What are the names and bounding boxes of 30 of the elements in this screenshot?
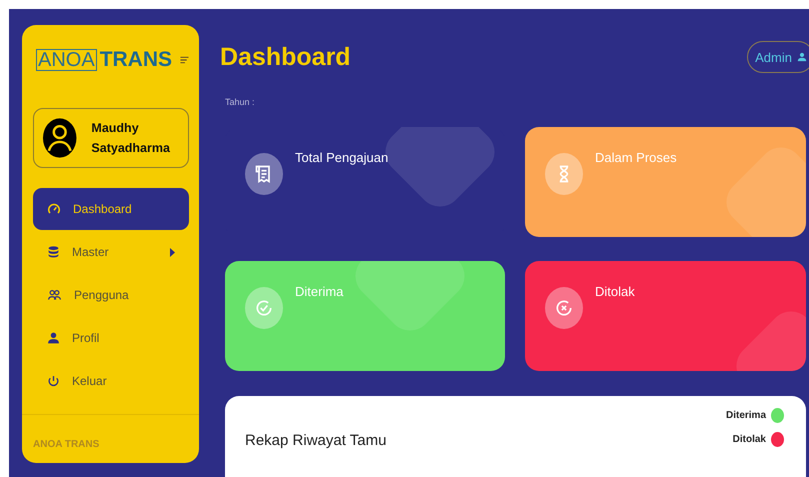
logo-text: TRANS (100, 50, 172, 70)
users-icon (47, 288, 62, 302)
legend-label: Diterima (726, 410, 766, 421)
user-name: Maudhy Satyadharma (91, 120, 171, 157)
menu-item[interactable]: Pengguna (33, 274, 189, 316)
receipt-icon (245, 153, 283, 195)
menu-item[interactable]: Dashboard (33, 188, 189, 230)
speedometer-icon (47, 202, 61, 216)
user-icon (47, 331, 60, 345)
logo-text: ANOA (36, 49, 97, 71)
power-icon (47, 374, 60, 388)
footer-title: ANOA TRANS (33, 439, 100, 450)
x-circle-icon (545, 287, 583, 329)
menu-item[interactable]: Profil (33, 317, 189, 359)
year-label: Tahun : (225, 97, 256, 107)
legend-label: Ditolak (732, 434, 766, 445)
panel-title: Rekap Riwayat Tamu (245, 432, 386, 451)
check-circle-icon (245, 287, 283, 329)
stat-label: Ditolak (595, 284, 635, 299)
user-icon (797, 52, 807, 62)
stat-label: Total Pengajuan (295, 150, 388, 165)
account-button[interactable]: Admin (747, 41, 809, 73)
hourglass-icon (545, 153, 583, 195)
menu-item[interactable]: Keluar (33, 360, 189, 402)
stat-label: Dalam Proses (595, 150, 677, 165)
stat-label: Diterima (295, 284, 344, 299)
page-title: Dashboard (220, 42, 351, 72)
avatar-icon (42, 117, 78, 159)
database-icon (47, 245, 60, 259)
menu-item[interactable]: Master (33, 231, 189, 273)
